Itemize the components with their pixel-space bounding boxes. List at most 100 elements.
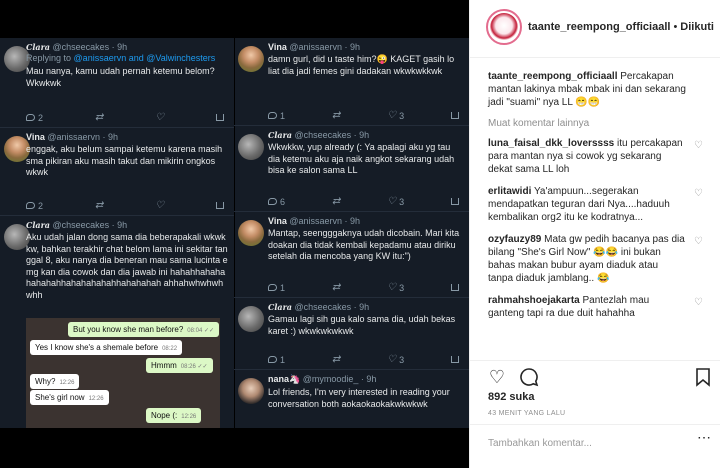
tweet-column-left: Clara @chseecakes · 9h Replying to @anis… <box>0 38 234 428</box>
reply-action: 1 <box>268 282 285 293</box>
message-icon <box>216 202 224 209</box>
add-comment-input[interactable] <box>488 433 678 453</box>
tweet-handle: @chseecakes · 9h <box>294 302 370 312</box>
chat-bubble: Hmmm 08:26 ✓✓ <box>146 358 213 373</box>
post-action-bar: ♡ <box>470 360 720 390</box>
tweet-actions: 1 ⇄ ♡ 3 <box>268 354 459 365</box>
tweet-actions: 6 ⇄ ♡ 3 <box>268 196 459 207</box>
reply-action: 2 <box>26 200 43 211</box>
reply-mentions: @anissaervn and @Valwinchesters <box>73 53 216 63</box>
message-action <box>450 354 459 365</box>
tweet-author: Clara <box>268 130 292 140</box>
profile-avatar[interactable] <box>486 9 522 45</box>
like-action: ♡ 3 <box>387 354 405 365</box>
avatar <box>238 220 264 246</box>
tweet-text: Wkwkkw, yup already (: Ya apalagi aku yg… <box>268 142 455 175</box>
tweet-text: enggak, aku belum sampai ketemu karena m… <box>26 144 223 177</box>
bookmark-icon[interactable] <box>692 366 714 388</box>
tweet-text: Mantap, seengggaknya udah dicobain. Mari… <box>268 228 460 261</box>
heart-icon: ♡ <box>155 200 165 211</box>
comment-username[interactable]: rahmahshoejakarta <box>488 295 580 306</box>
chat-bubble: Why? 12:26 <box>30 374 80 389</box>
likes-count[interactable]: 892 suka <box>488 391 534 403</box>
post-username[interactable]: taante_reempong_officiaall <box>528 21 670 33</box>
message-action <box>450 196 459 207</box>
retweet-icon: ⇄ <box>94 112 104 123</box>
retweet-action: ⇄ <box>95 200 103 211</box>
heart-icon: ♡ <box>387 354 397 365</box>
tweet-text: Mau nanya, kamu udah pernah ketemu belom… <box>26 66 215 88</box>
retweet-icon: ⇄ <box>94 200 104 211</box>
reply-icon <box>268 356 277 363</box>
retweet-action: ⇄ <box>332 354 340 365</box>
brand-logo <box>490 13 518 41</box>
retweet-action: ⇄ <box>332 110 340 121</box>
reply-icon <box>26 114 35 121</box>
message-action <box>216 200 224 211</box>
post-panel: taante_reempong_officiaall • Diikuti taant… <box>469 0 720 468</box>
like-heart-icon[interactable]: ♡ <box>486 366 508 388</box>
like-action: ♡ 3 <box>387 110 405 121</box>
chat-bubble: She's girl now 12:26 <box>30 390 109 405</box>
tweet-actions: 1 ⇄ ♡ 3 <box>268 110 459 121</box>
tweet: Vina @anissaervn · 9h Mantap, seengggakn… <box>234 212 469 298</box>
tweet-author: Clara <box>26 220 50 230</box>
tweet-handle: @chseecakes · 9h <box>52 42 128 52</box>
tweet-text: Gamau lagi sih gua kalo sama dia, udah b… <box>268 314 456 336</box>
comment-bubble-icon[interactable] <box>518 366 540 388</box>
tweet-author: Clara <box>268 302 292 312</box>
like-action: ♡ <box>155 200 164 211</box>
avatar <box>238 378 264 404</box>
tweet: Clara @chseecakes · 9h Wkwkkw, yup alrea… <box>234 126 469 212</box>
post-media: Clara @chseecakes · 9h Replying to @anis… <box>0 0 469 468</box>
retweet-icon: ⇄ <box>331 354 341 365</box>
caption-username[interactable]: taante_reempong_officiaall <box>488 71 617 82</box>
tweet-handle: @chseecakes · 9h <box>52 220 128 230</box>
retweet-action: ⇄ <box>95 112 103 123</box>
reply-action: 2 <box>26 112 43 123</box>
load-more-comments-link[interactable]: Muat komentar lainnya <box>488 118 703 129</box>
reply-icon <box>268 198 277 205</box>
tweet-author: Vina <box>268 216 287 226</box>
heart-icon: ♡ <box>387 196 397 207</box>
comments-section: taante_reempong_officiaall Percakapan ma… <box>470 60 720 360</box>
reply-action: 6 <box>268 196 285 207</box>
tweet-actions: 2 ⇄ ♡ <box>26 112 224 123</box>
like-comment-icon[interactable]: ♡ <box>694 296 703 309</box>
more-options-icon[interactable]: ⋯ <box>697 429 711 446</box>
like-comment-icon[interactable]: ♡ <box>694 235 703 248</box>
tweet-author: Clara <box>26 42 50 52</box>
comment-username[interactable]: ozyfauzy89 <box>488 234 541 245</box>
tweet-author: Vina <box>268 42 287 52</box>
tweet-text: Aku udah jalan dong sama dia beberapakal… <box>26 232 228 300</box>
tweet: Clara @chseecakes · 9h Gamau lagi sih gu… <box>234 298 469 370</box>
comment-username[interactable]: erlitawidi <box>488 186 531 197</box>
replying-to-label: Replying to <box>26 53 72 63</box>
reply-action: 1 <box>268 354 285 365</box>
post-header: taante_reempong_officiaall • Diikuti <box>470 0 720 58</box>
message-action <box>216 112 224 123</box>
tweet-column-right: Vina @anissaervn · 9h damn gurl, did u t… <box>234 38 469 428</box>
comment-username[interactable]: luna_faisal_dkk_loverssss <box>488 138 614 149</box>
follow-status-button[interactable]: Diikuti <box>680 21 714 33</box>
avatar <box>238 46 264 72</box>
avatar <box>238 134 264 160</box>
comment: luna_faisal_dkk_loverssss itu percakapan… <box>488 137 703 176</box>
like-comment-icon[interactable]: ♡ <box>694 139 703 152</box>
tweet: Vina @anissaervn · 9h enggak, aku belum … <box>0 128 234 216</box>
tweet-text: Lol friends, I'm very interested in read… <box>268 387 450 409</box>
like-action: ♡ 3 <box>387 196 405 207</box>
tweet-text: damn gurl, did u taste him?😜 KAGET gasih… <box>268 54 455 76</box>
tweet-author: Vina <box>26 132 45 142</box>
like-comment-icon[interactable]: ♡ <box>694 187 703 200</box>
like-action: ♡ 3 <box>387 282 405 293</box>
reply-icon <box>268 284 277 291</box>
tweet: nana🦄 @mymoodie_ · 9h Lol friends, I'm v… <box>234 370 469 428</box>
heart-icon: ♡ <box>387 110 397 121</box>
retweet-icon: ⇄ <box>331 282 341 293</box>
like-action: ♡ <box>155 112 164 123</box>
post-timestamp: 43 MENIT YANG LALU <box>488 410 566 417</box>
tweet-handle: @anissaervn · 9h <box>289 216 361 226</box>
separator-dot: • <box>673 21 678 33</box>
reply-action: 1 <box>268 110 285 121</box>
